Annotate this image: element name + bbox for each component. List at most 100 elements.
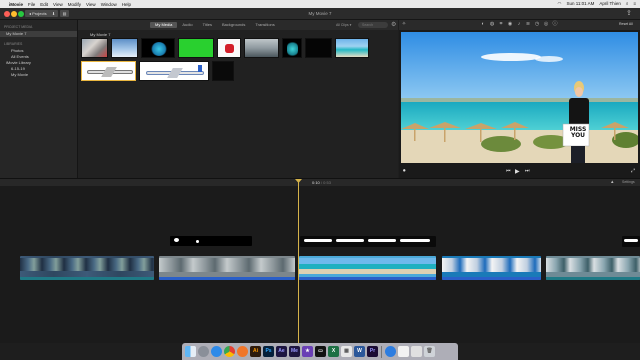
total-time: / 0:53 xyxy=(320,180,331,185)
wifi-icon[interactable]: ◠ xyxy=(558,1,562,7)
word-icon[interactable]: W xyxy=(354,346,365,357)
menu-view[interactable]: View xyxy=(53,2,63,7)
photoshop-icon[interactable]: Ps xyxy=(263,346,274,357)
excel-icon[interactable]: X xyxy=(328,346,339,357)
search-input[interactable]: Search xyxy=(358,22,388,28)
speed-icon[interactable]: ◷ xyxy=(534,21,540,27)
info-icon[interactable]: ⓘ xyxy=(552,21,558,27)
sign-text-line-2: YOU xyxy=(570,132,586,139)
folder-icon[interactable] xyxy=(385,346,396,357)
audio-waveform-icon[interactable]: ▴ xyxy=(611,179,614,185)
finder-icon[interactable] xyxy=(185,346,196,357)
documents-icon[interactable] xyxy=(411,346,422,357)
media-tabs: My Media Audio Titles Backgrounds Transi… xyxy=(150,20,280,28)
after-effects-icon[interactable]: Ae xyxy=(276,346,287,357)
menu-window[interactable]: Window xyxy=(101,2,117,7)
clip-thumbnail-palm-small[interactable] xyxy=(282,38,302,58)
filter-icon[interactable]: ◎ xyxy=(543,21,549,27)
clip-audio-bar xyxy=(20,277,154,280)
color-balance-icon[interactable]: ◐ xyxy=(480,21,486,27)
clock-text[interactable]: Sun 11:01 AM xyxy=(566,1,594,7)
clip-audio-bar xyxy=(546,277,640,280)
menu-edit[interactable]: Edit xyxy=(40,2,48,7)
forward-icon[interactable]: ⏭ xyxy=(525,168,530,174)
terminal-icon[interactable]: ▭ xyxy=(315,346,326,357)
clip-thumbnail-black[interactable] xyxy=(305,38,332,58)
clip-audio-bar xyxy=(299,277,436,280)
tab-titles[interactable]: Titles xyxy=(198,22,217,28)
crop-icon[interactable]: ⌗ xyxy=(498,21,504,27)
rewind-icon[interactable]: ⏮ xyxy=(506,168,511,174)
tab-transitions[interactable]: Transitions xyxy=(250,22,279,28)
timeline-settings-button[interactable]: Settings xyxy=(622,180,635,184)
dock-separator xyxy=(381,345,382,358)
clip-thumbnail-pier[interactable] xyxy=(244,38,279,58)
sidebar-item-my-movie[interactable]: My Movie xyxy=(0,72,77,78)
firefox-icon[interactable] xyxy=(237,346,248,357)
timecode: 0:10 / 0:53 xyxy=(312,180,331,185)
launchpad-icon[interactable] xyxy=(198,346,209,357)
menu-bar: iMovie File Edit View Modify View Window… xyxy=(0,0,640,8)
media-encoder-icon[interactable]: Me xyxy=(289,346,300,357)
clip-thumbnail-ice[interactable] xyxy=(111,38,138,58)
viewer-preview[interactable]: MISS YOU xyxy=(401,32,638,163)
menu-view-2[interactable]: View xyxy=(86,2,96,7)
timeline-clip-pier[interactable] xyxy=(159,256,295,280)
libraries-header: LIBRARIES xyxy=(4,42,23,46)
library-sidebar: PROJECT MEDIA My Movie 7 LIBRARIES Photo… xyxy=(0,20,78,178)
stabilization-icon[interactable]: ◉ xyxy=(507,21,513,27)
reset-all-button[interactable]: Reset All xyxy=(619,22,633,26)
clip-thumbnail-airplane-selected[interactable] xyxy=(81,61,136,81)
menu-app[interactable]: iMovie xyxy=(9,2,23,7)
overlay-clip-dark[interactable] xyxy=(170,236,252,246)
timeline-clip-globe[interactable] xyxy=(20,256,154,280)
clip-thumbnail-palm[interactable] xyxy=(141,38,175,58)
tab-backgrounds[interactable]: Backgrounds xyxy=(217,22,250,28)
chrome-icon[interactable] xyxy=(224,346,235,357)
clip-thumbnail-dark[interactable] xyxy=(212,61,234,81)
gear-icon[interactable]: ⚙ xyxy=(391,21,396,28)
clip-thumbnail-red-object[interactable] xyxy=(217,38,241,58)
color-correction-icon[interactable]: ◍ xyxy=(489,21,495,27)
playhead[interactable] xyxy=(298,180,299,343)
fullscreen-icon[interactable]: ⤢ xyxy=(631,168,635,174)
voiceover-mic-icon[interactable]: ⏺ xyxy=(403,168,406,174)
trash-icon[interactable]: 🗑 xyxy=(424,346,435,357)
illustrator-icon[interactable]: Ai xyxy=(250,346,261,357)
menu-help[interactable]: Help xyxy=(122,2,131,7)
clip-filter-select[interactable]: All Clips ▾ xyxy=(336,23,351,27)
preview-icon[interactable]: ▦ xyxy=(341,346,352,357)
timeline-clip-beach[interactable] xyxy=(299,256,436,280)
menu-file[interactable]: File xyxy=(28,2,35,7)
clip-thumbnail-greenscreen[interactable] xyxy=(178,38,214,58)
premiere-icon[interactable]: Pr xyxy=(367,346,378,357)
menu-modify[interactable]: Modify xyxy=(68,2,81,7)
overlay-clip-airplane-end[interactable] xyxy=(622,236,640,247)
control-center-icon[interactable]: ≡ xyxy=(633,1,636,7)
clip-thumbnail-beach[interactable] xyxy=(335,38,369,58)
imovie-icon[interactable]: ★ xyxy=(302,346,313,357)
noise-reduction-icon[interactable]: ≋ xyxy=(525,21,531,27)
tab-my-media[interactable]: My Media xyxy=(150,22,178,28)
clip-thumbnail-airplane[interactable] xyxy=(139,61,209,81)
clip-thumbnail-globe[interactable] xyxy=(81,38,108,58)
timeline-clip-coast[interactable] xyxy=(546,256,640,280)
playhead-handle-icon[interactable] xyxy=(295,179,302,183)
play-icon[interactable]: ▶ xyxy=(515,168,520,175)
timeline-clip-airplane-sky[interactable] xyxy=(442,256,541,280)
magic-wand-icon[interactable]: ✧ xyxy=(401,21,407,27)
safari-icon[interactable] xyxy=(211,346,222,357)
share-icon[interactable]: ⇪ xyxy=(626,9,632,17)
search-icon[interactable]: ⌕ xyxy=(626,1,629,7)
timeline-area[interactable] xyxy=(0,186,640,343)
volume-icon[interactable]: ♪ xyxy=(516,21,522,27)
overlay-clip-airplanes[interactable] xyxy=(300,236,436,247)
dock: Ai Ps Ae Me ★ ▭ X ▦ W Pr 🗑 xyxy=(182,343,458,360)
clip-audio-bar xyxy=(442,277,541,280)
viewer-toolbar: ✧ ◐ ◍ ⌗ ◉ ♪ ≋ ◷ ◎ ⓘ Reset All xyxy=(399,20,640,30)
files-icon[interactable] xyxy=(398,346,409,357)
toolbar: ◂ Projects ⬇ ▤ My Movie 7 ⇪ xyxy=(0,8,640,20)
tab-audio[interactable]: Audio xyxy=(177,22,197,28)
user-name[interactable]: April Thien xyxy=(599,1,620,7)
sign-text: MISS YOU xyxy=(565,127,591,139)
